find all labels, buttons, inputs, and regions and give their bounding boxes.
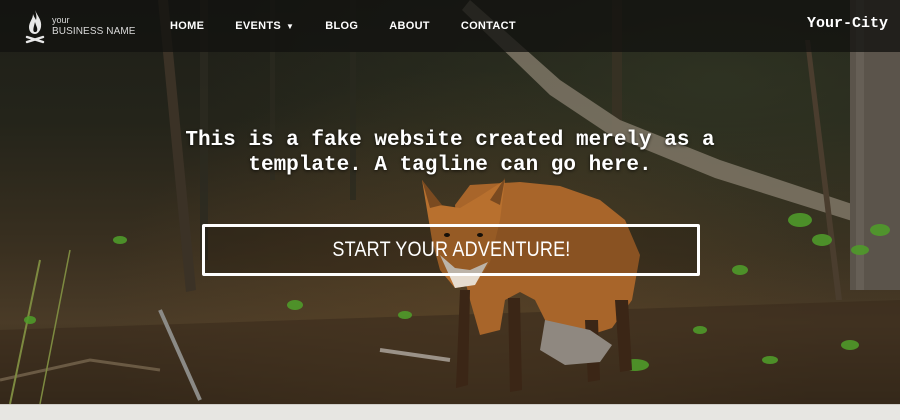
- nav-item-home[interactable]: HOME: [170, 20, 204, 32]
- brand-small-text: your: [52, 15, 70, 25]
- page-bottom-edge: [0, 404, 900, 420]
- main-nav-menu: HOME EVENTS ▼ BLOG ABOUT CONTACT: [170, 0, 547, 52]
- brand-text: your BUSINESS NAME: [52, 15, 136, 37]
- campfire-icon: [25, 10, 45, 44]
- hero-tagline: This is a fake website created merely as…: [185, 129, 715, 177]
- city-label: Your-City: [806, 15, 888, 32]
- cta-label: START YOUR ADVENTURE!: [331, 238, 571, 261]
- start-adventure-button[interactable]: START YOUR ADVENTURE!: [202, 224, 700, 276]
- nav-item-label: BLOG: [325, 20, 359, 32]
- page: your BUSINESS NAME HOME EVENTS ▼ BLOG AB…: [0, 0, 900, 420]
- brand-logo[interactable]: your BUSINESS NAME: [24, 8, 136, 44]
- nav-item-label: ABOUT: [389, 20, 430, 32]
- forest-fox-illustration: [0, 0, 900, 404]
- nav-item-events[interactable]: EVENTS ▼: [235, 20, 294, 32]
- nav-item-label: EVENTS: [235, 20, 282, 32]
- nav-item-about[interactable]: ABOUT: [389, 20, 430, 32]
- nav-item-label: CONTACT: [460, 20, 516, 32]
- nav-item-label: HOME: [170, 20, 205, 32]
- hero-background-photo: [0, 0, 900, 404]
- brand-name: BUSINESS NAME: [52, 26, 136, 37]
- nav-item-blog[interactable]: BLOG: [325, 20, 358, 32]
- caret-down-icon: ▼: [286, 21, 295, 31]
- top-navbar: your BUSINESS NAME HOME EVENTS ▼ BLOG AB…: [0, 0, 900, 52]
- nav-item-contact[interactable]: CONTACT: [461, 20, 516, 32]
